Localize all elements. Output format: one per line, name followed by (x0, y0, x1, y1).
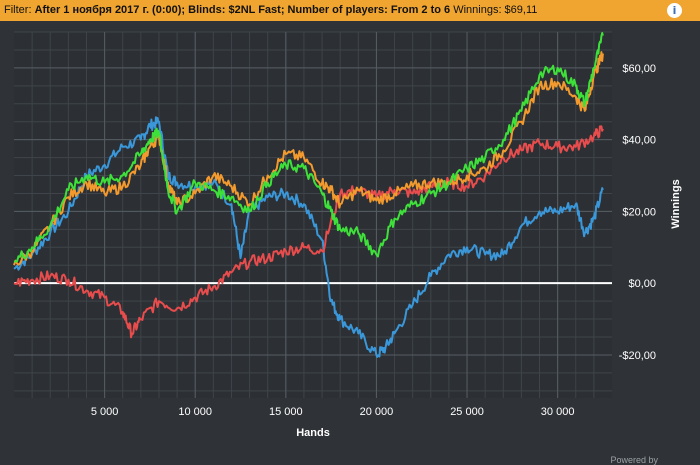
x-tick-label: 15 000 (269, 406, 303, 418)
x-tick-label: 25 000 (450, 406, 484, 418)
info-icon[interactable]: i (667, 3, 682, 18)
y-tick-label: $20,00 (622, 206, 656, 218)
winnings-chart: 5 000 10 000 15 000 20 000 25 000 30 000 -$20,… (13, 31, 682, 439)
x-tick-label: 5 000 (91, 406, 119, 418)
filter-label: Filter: (4, 4, 32, 16)
x-tick-label: 20 000 (360, 406, 394, 418)
y-tick-label: -$20,00 (619, 350, 656, 362)
plot-area (14, 32, 612, 398)
filter-bar: Filter: After 1 ноября 2017 г. (0:00); B… (0, 0, 700, 21)
y-tick-label: $60,00 (622, 63, 656, 75)
x-tick-label: 10 000 (178, 406, 212, 418)
y-tick-label: $0,00 (628, 278, 656, 290)
y-tick-label: $40,00 (622, 135, 656, 147)
x-axis-title: Hands (296, 427, 330, 439)
y-axis-title: Winnings (670, 179, 682, 228)
powered-by-label: Powered by (610, 455, 658, 465)
filter-winnings: Winnings: $69,11 (453, 4, 538, 16)
x-tick-label: 30 000 (541, 406, 575, 418)
filter-summary: After 1 ноября 2017 г. (0:00); Blinds: $… (34, 4, 451, 16)
